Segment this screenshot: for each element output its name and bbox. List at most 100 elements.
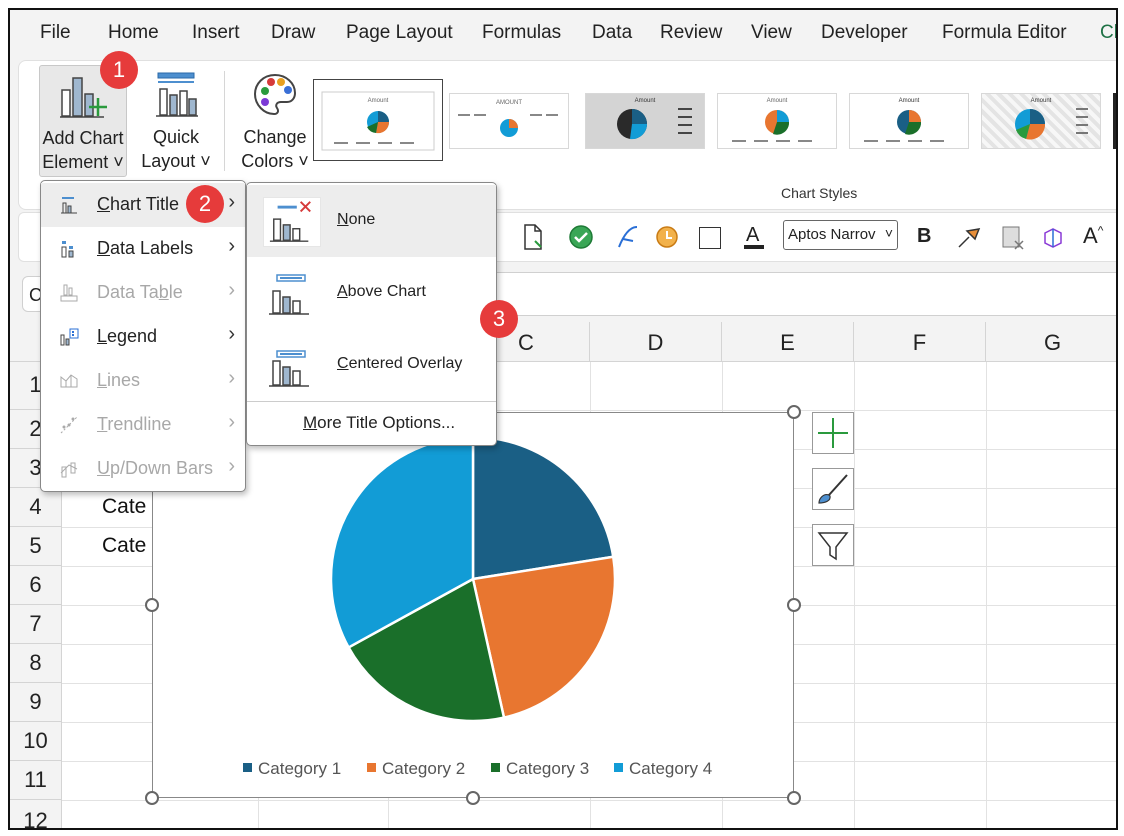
formula-bar[interactable] — [490, 272, 1116, 316]
font-name-select[interactable]: Aptos Narrov ˅ — [783, 220, 898, 250]
3d-format-icon[interactable] — [1039, 223, 1067, 251]
text-effects-icon[interactable] — [613, 223, 641, 251]
data-table-icon — [60, 284, 78, 302]
chart-style-2[interactable]: AMOUNT — [449, 93, 569, 149]
chevron-right-icon: › — [228, 367, 235, 389]
gridline — [986, 362, 987, 828]
column-header-g[interactable]: G — [986, 322, 1116, 362]
tab-developer[interactable]: Developer — [821, 22, 908, 44]
tab-view[interactable]: View — [751, 22, 792, 44]
brush-icon — [818, 474, 848, 504]
check-circle-icon[interactable] — [567, 223, 595, 251]
gridline — [854, 362, 855, 828]
legend-entry-1[interactable]: Category 1 — [243, 759, 341, 779]
shape-effects-icon[interactable] — [653, 223, 681, 251]
submenu-item-none[interactable]: None — [247, 185, 496, 257]
chart-style-5[interactable]: Amount — [849, 93, 969, 149]
resize-handle-bottom-right[interactable] — [787, 791, 801, 805]
chevron-right-icon: › — [228, 323, 235, 345]
resize-handle-left[interactable] — [145, 598, 159, 612]
palette-icon — [253, 73, 297, 116]
up-down-bars-icon — [60, 462, 78, 478]
chart-style-2-preview: AMOUNT — [458, 100, 558, 137]
chart-style-4-preview: Amount — [732, 98, 812, 142]
chart-title-submenu: None Above Chart Centered Overlay More T… — [246, 182, 497, 446]
row-header-6[interactable]: 6 — [10, 566, 62, 605]
tab-review[interactable]: Review — [660, 22, 722, 44]
pie-chart[interactable]: Category 1 Category 2 Category 3 Categor… — [152, 412, 794, 798]
tab-chart-design[interactable]: Ch — [1100, 22, 1116, 44]
menu-item-legend[interactable]: Legend › — [41, 315, 245, 359]
legend-entry-4[interactable]: Category 4 — [614, 759, 712, 779]
chart-styles-button[interactable] — [812, 468, 854, 510]
row-header-5[interactable]: 5 — [10, 527, 62, 566]
legend-swatch-1 — [243, 763, 252, 773]
pie-slice-1[interactable] — [471, 435, 615, 581]
row-header-11[interactable]: 11 — [10, 761, 62, 800]
cell-a4[interactable]: Cate — [102, 495, 146, 519]
chart-style-3-preview: Amount — [617, 98, 692, 140]
resize-handle-bottom-left[interactable] — [145, 791, 159, 805]
lines-icon — [60, 374, 78, 388]
tab-formulas[interactable]: Formulas — [482, 22, 561, 44]
legend-swatch-3 — [491, 763, 500, 773]
reset-style-icon[interactable] — [999, 223, 1027, 251]
change-colors-button[interactable]: Change Colors ˅ — [233, 65, 317, 177]
menu-item-lines[interactable]: Lines › — [41, 359, 245, 403]
row-header-8[interactable]: 8 — [10, 644, 62, 683]
format-painter-icon[interactable] — [955, 223, 983, 251]
submenu-item-centered-overlay[interactable]: Centered Overlay — [247, 329, 496, 401]
tab-home[interactable]: Home — [108, 22, 159, 44]
style-thumb-title-3: Amount — [635, 98, 656, 104]
increase-font-size-icon[interactable]: A^ — [1083, 223, 1103, 249]
chart-style-4[interactable]: Amount — [717, 93, 837, 149]
chevron-right-icon: › — [228, 455, 235, 477]
tab-draw[interactable]: Draw — [271, 22, 315, 44]
column-header-e[interactable]: E — [722, 322, 854, 362]
chart-styles-label: Chart Styles — [781, 185, 858, 201]
row-header-4[interactable]: 4 — [10, 488, 62, 527]
legend-entry-3[interactable]: Category 3 — [491, 759, 589, 779]
more-title-options-link[interactable]: More Title Options... — [303, 413, 455, 433]
chart-style-3[interactable]: Amount — [585, 93, 705, 149]
font-name-value: Aptos Narrov — [788, 226, 876, 243]
style-thumb-title-4: Amount — [767, 98, 788, 104]
chart-style-6[interactable]: Amount — [981, 93, 1101, 149]
data-labels-icon — [61, 241, 74, 258]
row-header-9[interactable]: 9 — [10, 683, 62, 722]
format-document-icon[interactable] — [521, 223, 545, 251]
resize-handle-top-right[interactable] — [787, 405, 801, 419]
filter-icon — [817, 532, 849, 561]
menu-item-trendline[interactable]: Trendline › — [41, 403, 245, 447]
tab-page-layout[interactable]: Page Layout — [346, 22, 453, 44]
chart-elements-button[interactable] — [812, 412, 854, 454]
font-color-icon[interactable]: A — [741, 221, 767, 251]
tab-file[interactable]: File — [40, 22, 71, 44]
resize-handle-bottom[interactable] — [466, 791, 480, 805]
chart-filters-button[interactable] — [812, 524, 854, 566]
row-header-10[interactable]: 10 — [10, 722, 62, 761]
legend-entry-2[interactable]: Category 2 — [367, 759, 465, 779]
resize-handle-right[interactable] — [787, 598, 801, 612]
shape-outline-icon[interactable] — [699, 227, 721, 249]
legend-icon — [60, 328, 79, 346]
tab-data[interactable]: Data — [592, 22, 632, 44]
row-header-7[interactable]: 7 — [10, 605, 62, 644]
column-header-d[interactable]: D — [590, 322, 722, 362]
menu-item-data-table[interactable]: Data Table › — [41, 271, 245, 315]
chart-style-1[interactable]: Amount — [313, 79, 443, 161]
column-header-f[interactable]: F — [854, 322, 986, 362]
menu-item-data-labels[interactable]: Data Labels › — [41, 227, 245, 271]
no-title-icon — [263, 197, 321, 247]
legend-swatch-4 — [614, 763, 623, 773]
chart-style-7[interactable] — [1113, 93, 1116, 149]
submenu-item-above-chart[interactable]: Above Chart — [247, 257, 496, 329]
cell-a5[interactable]: Cate — [102, 534, 146, 558]
chevron-down-icon: ˅ — [884, 225, 893, 241]
row-header-12[interactable]: 12 — [10, 800, 62, 828]
tab-insert[interactable]: Insert — [192, 22, 240, 44]
bold-icon[interactable]: B — [917, 225, 931, 248]
quick-layout-button[interactable]: Quick Layout ˅ — [139, 65, 213, 177]
tab-formula-editor[interactable]: Formula Editor — [942, 22, 1067, 44]
menu-item-up-down-bars[interactable]: Up/Down Bars › — [41, 447, 245, 491]
